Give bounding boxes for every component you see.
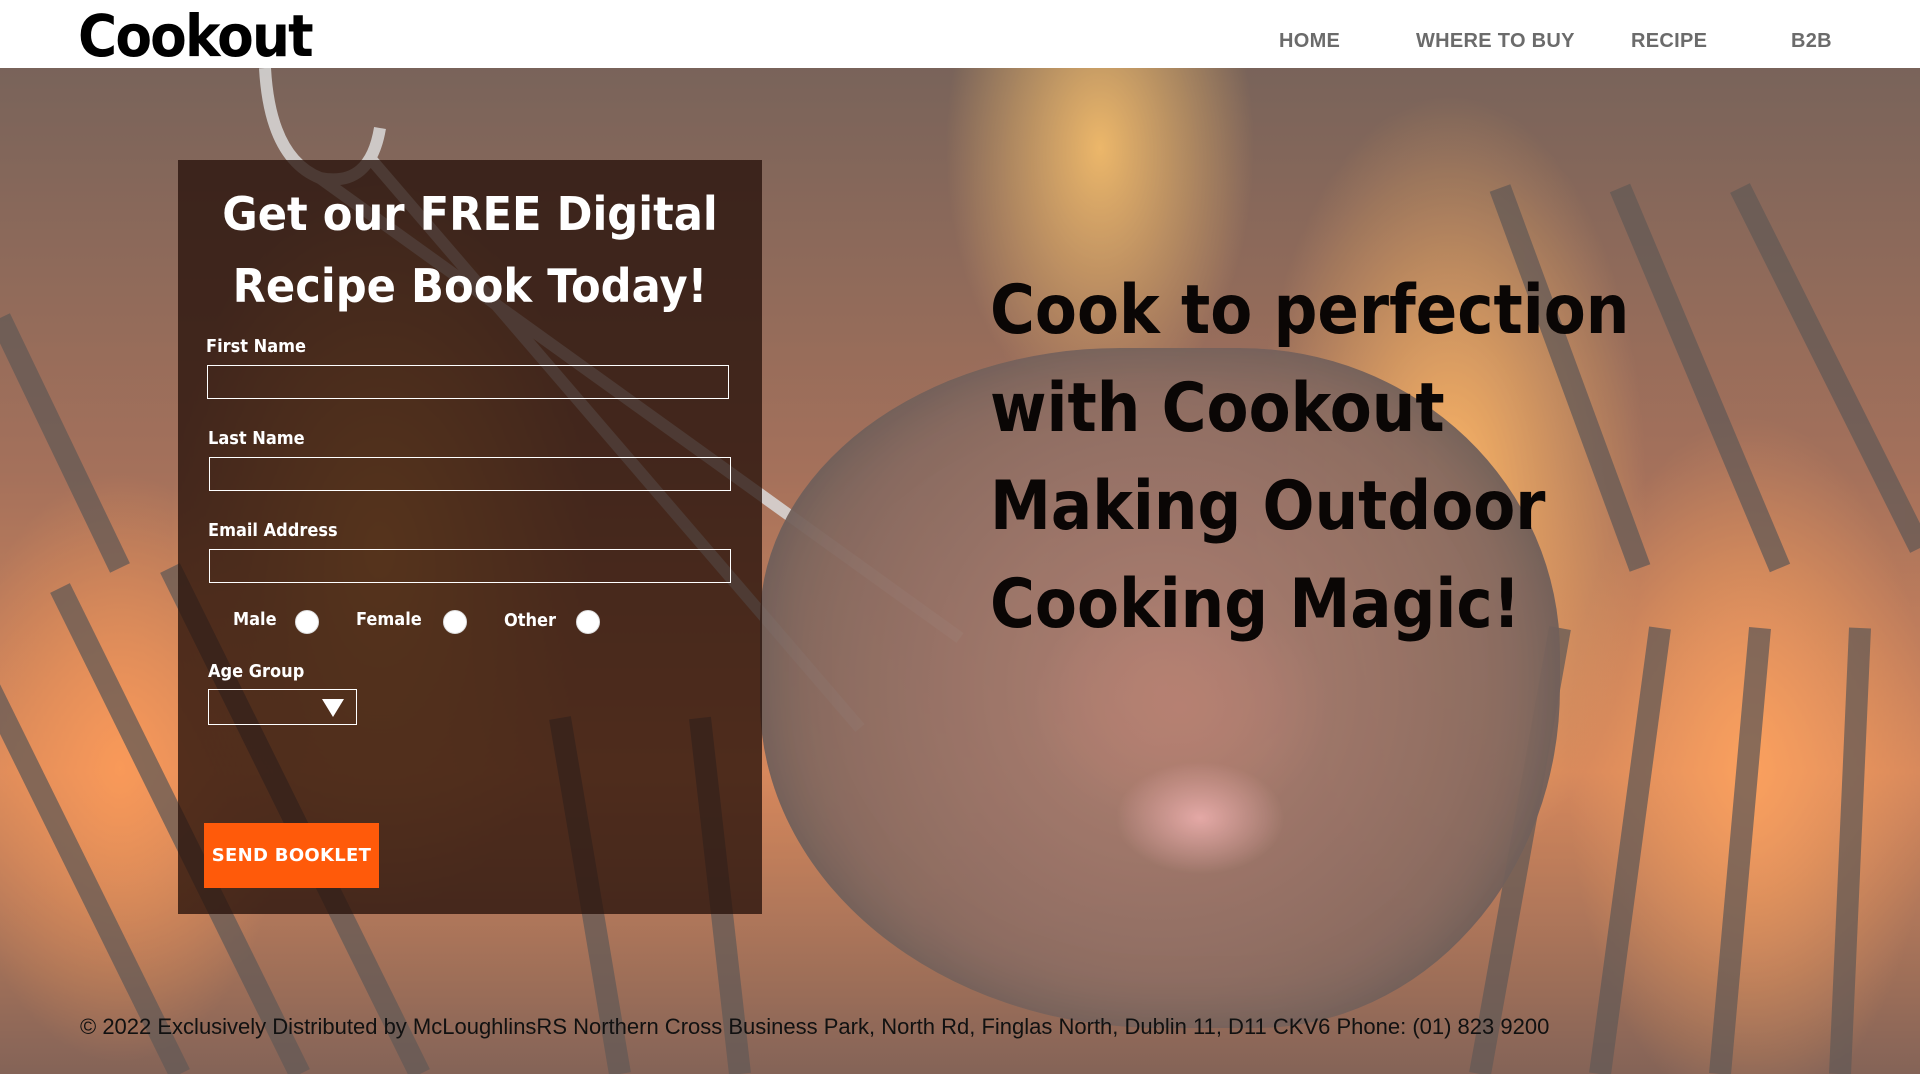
- form-title: Get our FREE Digital Recipe Book Today!: [222, 187, 718, 313]
- email-field[interactable]: [209, 549, 731, 583]
- headline-line-4: Cooking Magic!: [990, 565, 1521, 644]
- nav-recipe[interactable]: RECIPE: [1631, 30, 1707, 53]
- last-name-label: Last Name: [208, 428, 305, 449]
- gender-male-radio[interactable]: [295, 610, 319, 634]
- gender-female-label: Female: [356, 609, 422, 630]
- gender-female-radio[interactable]: [443, 610, 467, 634]
- first-name-field[interactable]: [207, 365, 729, 399]
- footer-copyright: © 2022 Exclusively Distributed by McLoug…: [80, 1014, 1550, 1039]
- first-name-label: First Name: [206, 336, 306, 357]
- cookout-logo[interactable]: Cookout: [78, 2, 314, 70]
- headline-line-3: Making Outdoor: [990, 467, 1546, 546]
- hero-headline: Cook to perfection with Cookout Making O…: [990, 262, 1629, 654]
- send-booklet-button[interactable]: SEND BOOKLET: [204, 823, 379, 888]
- age-group-label: Age Group: [208, 661, 305, 682]
- last-name-field[interactable]: [209, 457, 731, 491]
- age-group-select[interactable]: [208, 689, 357, 725]
- recipe-book-signup-form: Get our FREE Digital Recipe Book Today! …: [178, 160, 762, 914]
- dropdown-arrow-icon: [322, 699, 344, 717]
- gender-other-label: Other: [504, 610, 557, 631]
- gender-male-label: Male: [233, 609, 277, 630]
- nav-home[interactable]: HOME: [1279, 30, 1340, 53]
- headline-line-1: Cook to perfection: [990, 271, 1630, 350]
- nav-b2b[interactable]: B2B: [1791, 30, 1832, 53]
- headline-line-2: with Cookout: [990, 369, 1445, 448]
- nav-where-to-buy[interactable]: WHERE TO BUY: [1416, 30, 1575, 53]
- gender-other-radio[interactable]: [576, 610, 600, 634]
- email-label: Email Address: [208, 520, 338, 541]
- site-header: Cookout HOME WHERE TO BUY RECIPE B2B: [0, 0, 1920, 70]
